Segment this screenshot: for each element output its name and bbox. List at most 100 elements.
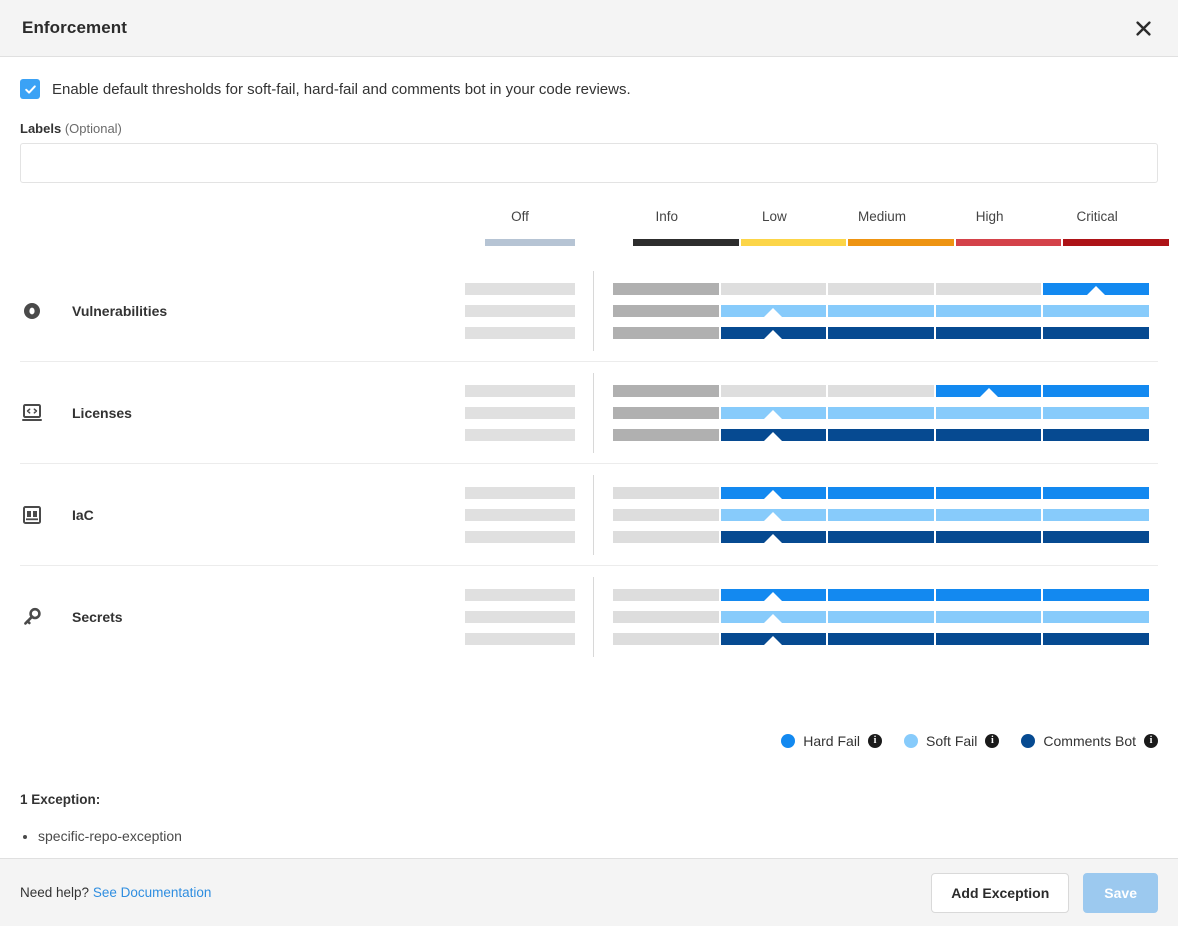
- cell-soft_fail-info[interactable]: [613, 508, 719, 521]
- cell-comments_bot-info[interactable]: [613, 530, 719, 543]
- off-cell-soft_fail[interactable]: [465, 611, 575, 623]
- cell-comments_bot-high[interactable]: [935, 530, 1042, 543]
- cell-hard_fail-high[interactable]: [935, 486, 1042, 499]
- cell-comments_bot-high[interactable]: [935, 326, 1042, 339]
- cell-comments_bot-low[interactable]: [720, 428, 827, 441]
- threshold-handle-soft_fail[interactable]: [764, 409, 783, 419]
- off-cell-hard_fail[interactable]: [465, 282, 575, 295]
- cell-comments_bot-critical[interactable]: [1043, 530, 1149, 543]
- modal-body: Enable default thresholds for soft-fail,…: [0, 57, 1178, 858]
- cell-hard_fail-low[interactable]: [720, 486, 827, 499]
- threshold-handle-soft_fail[interactable]: [764, 307, 783, 317]
- cell-hard_fail-medium[interactable]: [828, 589, 934, 601]
- cell-hard_fail-high[interactable]: [935, 282, 1042, 295]
- cell-comments_bot-high[interactable]: [935, 428, 1042, 441]
- cell-hard_fail-info[interactable]: [613, 282, 719, 295]
- cell-comments_bot-medium[interactable]: [828, 326, 934, 339]
- cell-comments_bot-critical[interactable]: [1043, 326, 1149, 339]
- off-cell-hard_fail[interactable]: [465, 486, 575, 499]
- cell-comments_bot-info[interactable]: [613, 428, 719, 441]
- cell-comments_bot-low[interactable]: [720, 530, 827, 543]
- threshold-handle-comments_bot[interactable]: [764, 329, 783, 339]
- threshold-handle-hard_fail[interactable]: [979, 387, 998, 397]
- cell-hard_fail-critical[interactable]: [1043, 282, 1149, 295]
- cell-hard_fail-low[interactable]: [720, 589, 827, 601]
- exceptions-list: specific-repo-exception: [20, 825, 182, 847]
- off-cell-hard_fail[interactable]: [465, 589, 575, 601]
- cell-soft_fail-low[interactable]: [720, 508, 827, 521]
- off-cell-comments_bot[interactable]: [465, 530, 575, 543]
- cell-comments_bot-critical[interactable]: [1043, 428, 1149, 441]
- cell-soft_fail-low[interactable]: [720, 304, 827, 317]
- cell-soft_fail-info[interactable]: [613, 304, 719, 317]
- threshold-handle-comments_bot[interactable]: [764, 636, 783, 645]
- threshold-handle-hard_fail[interactable]: [764, 592, 783, 601]
- cell-hard_fail-critical[interactable]: [1043, 486, 1149, 499]
- labels-input[interactable]: [20, 143, 1158, 183]
- cell-soft_fail-high[interactable]: [935, 508, 1042, 521]
- cell-soft_fail-high[interactable]: [935, 611, 1042, 623]
- off-cell-comments_bot[interactable]: [465, 633, 575, 645]
- cell-hard_fail-low[interactable]: [720, 282, 827, 295]
- cell-comments_bot-info[interactable]: [613, 633, 719, 645]
- cell-soft_fail-critical[interactable]: [1043, 508, 1149, 521]
- cell-comments_bot-info[interactable]: [613, 326, 719, 339]
- threshold-handle-hard_fail[interactable]: [764, 489, 783, 499]
- cell-soft_fail-low[interactable]: [720, 611, 827, 623]
- info-icon[interactable]: i: [985, 734, 1000, 748]
- cell-comments_bot-medium[interactable]: [828, 633, 934, 645]
- cell-soft_fail-high[interactable]: [935, 406, 1042, 419]
- off-cell-soft_fail[interactable]: [465, 406, 575, 419]
- add-exception-button[interactable]: Add Exception: [931, 872, 1070, 913]
- enable-defaults-checkbox[interactable]: [20, 79, 40, 99]
- cell-hard_fail-high[interactable]: [935, 384, 1042, 397]
- cell-soft_fail-high[interactable]: [935, 304, 1042, 317]
- track-comments_bot: [20, 326, 1158, 339]
- off-cell-soft_fail[interactable]: [465, 304, 575, 317]
- off-cell-hard_fail[interactable]: [465, 384, 575, 397]
- cell-hard_fail-low[interactable]: [720, 384, 827, 397]
- cell-hard_fail-info[interactable]: [613, 486, 719, 499]
- cell-hard_fail-medium[interactable]: [828, 486, 934, 499]
- save-button[interactable]: Save: [1083, 872, 1158, 913]
- matrix-rows: Vulnerabilities Licenses IaC Secrets: [20, 260, 1158, 668]
- off-cell-soft_fail[interactable]: [465, 508, 575, 521]
- threshold-handle-soft_fail[interactable]: [764, 614, 783, 623]
- info-icon[interactable]: i: [1144, 734, 1158, 748]
- cell-comments_bot-medium[interactable]: [828, 530, 934, 543]
- cell-soft_fail-critical[interactable]: [1043, 304, 1149, 317]
- threshold-handle-comments_bot[interactable]: [764, 431, 783, 441]
- cell-comments_bot-high[interactable]: [935, 633, 1042, 645]
- cell-soft_fail-critical[interactable]: [1043, 611, 1149, 623]
- cell-soft_fail-info[interactable]: [613, 406, 719, 419]
- cell-comments_bot-medium[interactable]: [828, 428, 934, 441]
- cell-soft_fail-medium[interactable]: [828, 304, 934, 317]
- cell-soft_fail-medium[interactable]: [828, 406, 934, 419]
- off-cell-comments_bot[interactable]: [465, 326, 575, 339]
- threshold-handle-hard_fail[interactable]: [1087, 285, 1106, 295]
- strip-off: [485, 239, 575, 246]
- cell-soft_fail-low[interactable]: [720, 406, 827, 419]
- threshold-handle-comments_bot[interactable]: [764, 533, 783, 543]
- legend-label-hard_fail: Hard Fail: [803, 733, 861, 749]
- info-icon[interactable]: i: [868, 734, 883, 748]
- cell-soft_fail-info[interactable]: [613, 611, 719, 623]
- cell-comments_bot-low[interactable]: [720, 633, 827, 645]
- cell-hard_fail-critical[interactable]: [1043, 384, 1149, 397]
- close-icon[interactable]: [1128, 13, 1158, 43]
- cell-soft_fail-medium[interactable]: [828, 508, 934, 521]
- enable-defaults-row[interactable]: Enable default thresholds for soft-fail,…: [20, 79, 1158, 99]
- cell-hard_fail-critical[interactable]: [1043, 589, 1149, 601]
- cell-hard_fail-medium[interactable]: [828, 282, 934, 295]
- see-documentation-link[interactable]: See Documentation: [93, 885, 212, 900]
- cell-comments_bot-critical[interactable]: [1043, 633, 1149, 645]
- cell-hard_fail-info[interactable]: [613, 589, 719, 601]
- cell-soft_fail-critical[interactable]: [1043, 406, 1149, 419]
- cell-hard_fail-high[interactable]: [935, 589, 1042, 601]
- cell-hard_fail-info[interactable]: [613, 384, 719, 397]
- threshold-handle-soft_fail[interactable]: [764, 511, 783, 521]
- off-cell-comments_bot[interactable]: [465, 428, 575, 441]
- cell-soft_fail-medium[interactable]: [828, 611, 934, 623]
- cell-hard_fail-medium[interactable]: [828, 384, 934, 397]
- cell-comments_bot-low[interactable]: [720, 326, 827, 339]
